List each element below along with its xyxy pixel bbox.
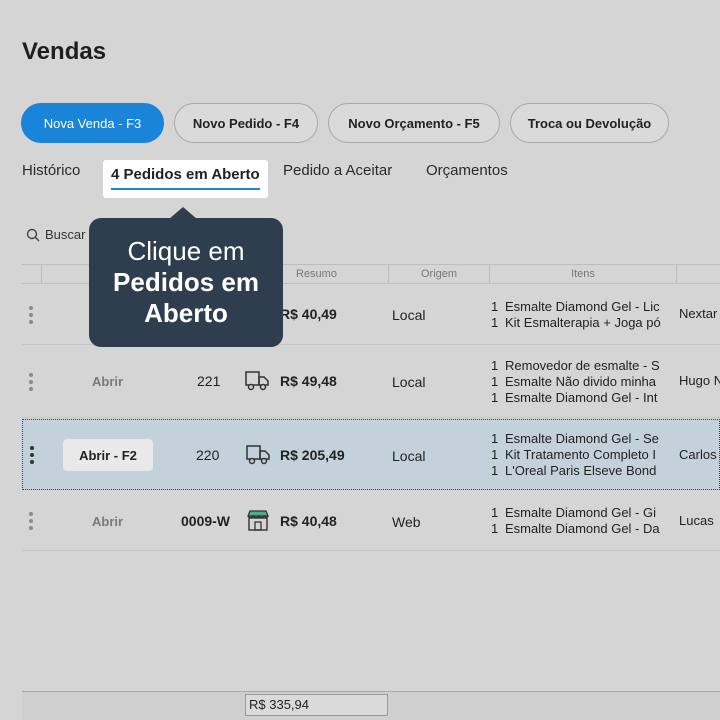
tooltip-line-3: Aberto (144, 298, 228, 328)
more-vertical-icon[interactable] (30, 446, 36, 464)
header-resumo-label: Resumo (296, 268, 337, 280)
row-origin: Local (392, 307, 426, 323)
item-line: 1 Esmalte Diamond Gel - Lic (491, 299, 660, 314)
item-line: 1 Kit Tratamento Completo I (491, 447, 657, 462)
new-order-button[interactable]: Novo Pedido - F4 (174, 103, 318, 143)
row-items: 1 Removedor de esmalte - S 1 Esmalte Não d… (491, 358, 667, 406)
onboarding-tooltip: Clique em Pedidos em Aberto (89, 207, 283, 347)
storefront-icon (247, 510, 269, 531)
tab-orders-to-accept[interactable]: Pedido a Aceitar (283, 162, 392, 179)
table-row[interactable]: Abrir 0009-W R$ 40,48 Web 1 Esmalte Diamo… (22, 490, 720, 551)
delivery-truck-icon (246, 445, 270, 465)
item-line: 1 Esmalte Diamond Gel - Int (491, 390, 658, 405)
action-buttons: Nova Venda - F3 Novo Pedido - F4 Novo Or… (21, 103, 669, 143)
row-value: R$ 40,48 (280, 513, 337, 529)
delivery-truck-icon (245, 371, 269, 391)
item-line: 1 Esmalte Não divido minha (491, 374, 657, 389)
tooltip-line-1: Clique em (127, 236, 245, 266)
open-order-link[interactable]: Abrir (92, 374, 123, 389)
row-items: 1 Esmalte Diamond Gel - Gi 1 Esmalte Diamo… (491, 505, 667, 537)
item-line: 1 Esmalte Diamond Gel - Da (491, 521, 660, 536)
more-vertical-icon[interactable] (29, 306, 35, 324)
row-value: R$ 40,49 (280, 306, 337, 322)
open-order-link[interactable]: Abrir (92, 514, 123, 529)
grid-footer: R$ 335,94 (22, 691, 720, 720)
item-line: 1 Esmalte Diamond Gel - Se (491, 431, 659, 446)
search-button[interactable]: Buscar (26, 227, 85, 242)
new-quote-button[interactable]: Novo Orçamento - F5 (328, 103, 500, 143)
item-line: 1 Kit Esmalterapia + Joga pó (491, 315, 661, 330)
row-number: 221 (197, 373, 221, 389)
tab-open-orders-label: 4 Pedidos em Aberto (111, 166, 260, 183)
open-order-button[interactable]: Abrir - F2 (63, 439, 153, 471)
row-client: Carlos (679, 447, 717, 462)
search-icon (26, 228, 40, 241)
header-cell-client[interactable] (676, 265, 720, 284)
row-origin: Web (392, 514, 421, 530)
row-number: 0009-W (181, 513, 231, 529)
header-cell-menu (22, 265, 41, 284)
more-vertical-icon[interactable] (29, 512, 35, 530)
tab-active-underline (111, 188, 260, 190)
item-line: 1 L'Oreal Paris Elseve Bond (491, 463, 657, 478)
row-client: Hugo N (679, 373, 720, 388)
exchange-return-button[interactable]: Troca ou Devolução (510, 103, 669, 143)
row-items: 1 Esmalte Diamond Gel - Lic 1 Kit Esmalter… (491, 299, 667, 331)
tab-open-orders[interactable]: 4 Pedidos em Aberto (103, 160, 268, 198)
more-vertical-icon[interactable] (29, 373, 35, 391)
header-cell-itens[interactable]: Itens (489, 265, 676, 284)
table-row[interactable]: Abrir 221 R$ 49,48 Local 1 Removedor de e… (22, 345, 720, 418)
row-items: 1 Esmalte Diamond Gel - Se 1 Kit Tratament… (491, 431, 667, 479)
table-row-selected[interactable]: Abrir - F2 220 R$ 205,49 Local 1 Esmalte … (22, 419, 720, 490)
tab-quotes[interactable]: Orçamentos (426, 162, 508, 179)
row-client: Nextar (679, 306, 718, 321)
item-line: 1 Esmalte Diamond Gel - Gi (491, 505, 656, 520)
row-origin: Local (392, 374, 426, 390)
row-number: 220 (196, 447, 220, 463)
row-client: Lucas (679, 513, 714, 528)
search-label: Buscar (45, 227, 86, 242)
item-line: 1 Removedor de esmalte - S (491, 358, 660, 373)
header-cell-origem[interactable]: Origem (388, 265, 489, 284)
row-origin: Local (392, 448, 426, 464)
page-title: Vendas (22, 38, 107, 65)
total-value: R$ 335,94 (245, 694, 388, 716)
tab-history[interactable]: Histórico (22, 162, 80, 179)
row-value: R$ 205,49 (280, 447, 345, 463)
new-sale-button[interactable]: Nova Venda - F3 (21, 103, 164, 143)
tooltip-line-2: Pedidos em (113, 267, 259, 297)
row-value: R$ 49,48 (280, 373, 337, 389)
